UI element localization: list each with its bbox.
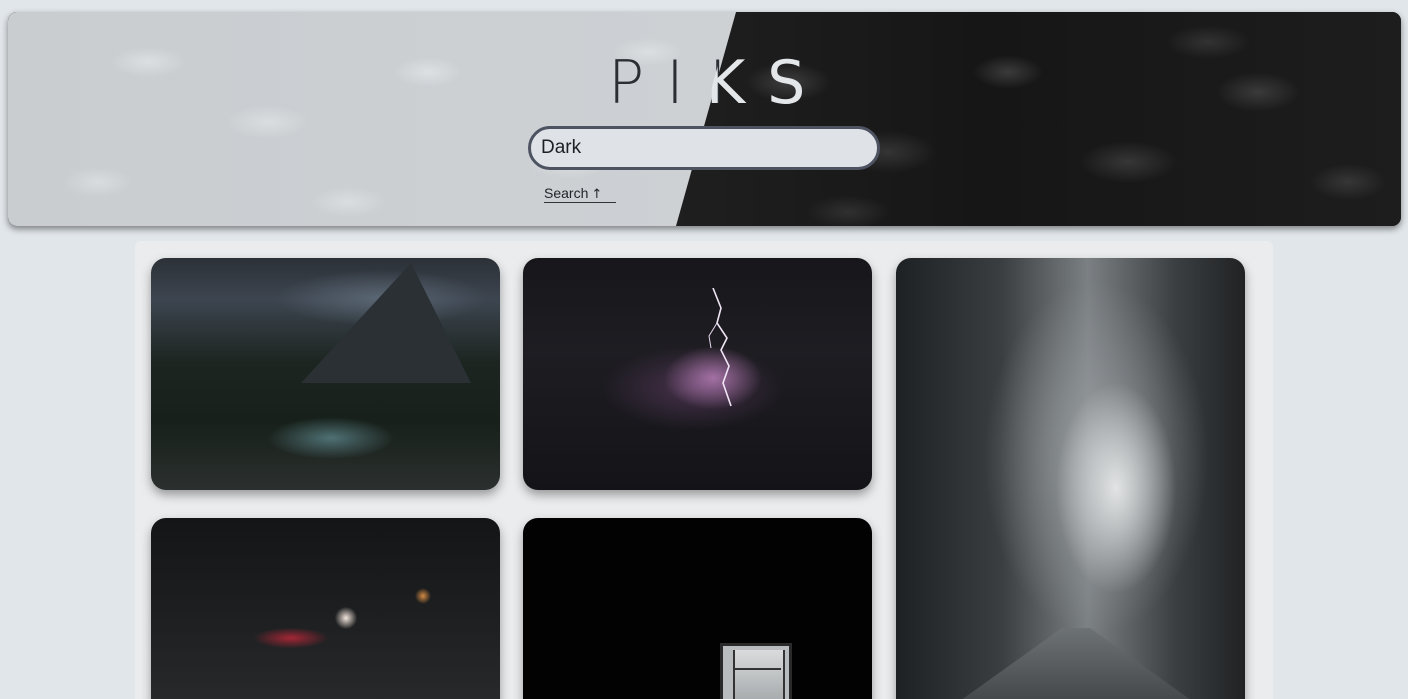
mountain-shape <box>301 263 471 383</box>
dark-tunnel-image[interactable] <box>151 518 500 699</box>
image-gallery <box>135 241 1273 699</box>
hero-banner: PIKS PIKS Search↑ <box>8 12 1401 226</box>
forest-river-image[interactable] <box>151 258 500 490</box>
lightning-cloud-image[interactable] <box>523 258 872 490</box>
search-input[interactable] <box>528 126 880 170</box>
road-shape <box>936 628 1216 699</box>
lightning-bolt-icon <box>708 288 732 407</box>
arrow-up-icon: ↑ <box>591 187 603 202</box>
dark-window-image[interactable] <box>523 518 872 699</box>
search-button-label: Search <box>544 185 589 201</box>
foggy-road-image[interactable] <box>896 258 1245 699</box>
window-shape <box>720 643 792 699</box>
search-button[interactable]: Search ↑ <box>544 185 617 203</box>
